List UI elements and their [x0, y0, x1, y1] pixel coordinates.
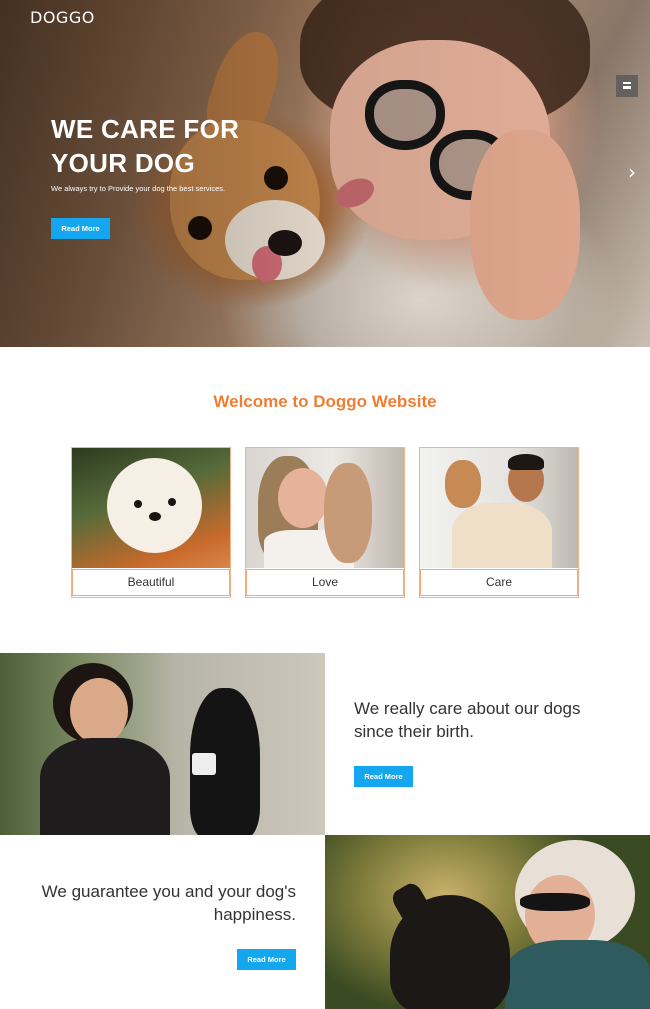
photo-dog-nose [149, 512, 161, 521]
card-label: Beautiful [72, 569, 230, 596]
feature-text: We guarantee you and your dog's happines… [41, 882, 296, 924]
hero-read-more-button[interactable]: Read More [51, 218, 110, 239]
welcome-title: Welcome to Doggo Website [213, 392, 437, 411]
menu-button[interactable] [616, 75, 638, 97]
photo-puppy [445, 460, 481, 508]
feature-read-more-button[interactable]: Read More [354, 766, 413, 787]
photo-woman-jacket [505, 940, 650, 1009]
card-label: Care [420, 569, 578, 596]
hamburger-icon [623, 82, 631, 89]
photo-woman-face [70, 678, 128, 744]
hero-banner: DOGGO › WE CARE FOR YOUR DOG We always t… [0, 0, 650, 347]
photo-dog-eye [134, 500, 142, 508]
card-care[interactable]: Care [419, 447, 579, 598]
card-photo [246, 448, 404, 568]
card-label: Love [246, 569, 404, 596]
feature-text: We really care about our dogs since thei… [354, 699, 581, 741]
feature-photo-woman-dog [0, 653, 325, 835]
photo-cup [192, 753, 216, 775]
photo-man-hair [508, 454, 544, 470]
brand-logo[interactable]: DOGGO [30, 8, 95, 27]
photo-woman-face [278, 468, 328, 528]
photo-dog-eye [168, 498, 176, 506]
feature-read-more-button[interactable]: Read More [237, 949, 296, 970]
photo-man [452, 503, 552, 568]
photo-dog [107, 458, 202, 553]
photo-woman-body [40, 738, 170, 835]
feature-photo-woman-shiba [325, 835, 650, 1009]
hero-subtitle: We always try to Provide your dog the be… [51, 184, 226, 193]
card-photo [420, 448, 578, 568]
card-love[interactable]: Love [245, 447, 405, 598]
photo-dog [390, 895, 510, 1009]
photo-dog [324, 463, 372, 563]
hero-title: WE CARE FOR YOUR DOG [51, 114, 240, 178]
card-photo [72, 448, 230, 568]
photo-sunglasses [520, 893, 590, 911]
card-beautiful[interactable]: Beautiful [71, 447, 231, 598]
chevron-right-icon[interactable]: › [628, 160, 636, 184]
